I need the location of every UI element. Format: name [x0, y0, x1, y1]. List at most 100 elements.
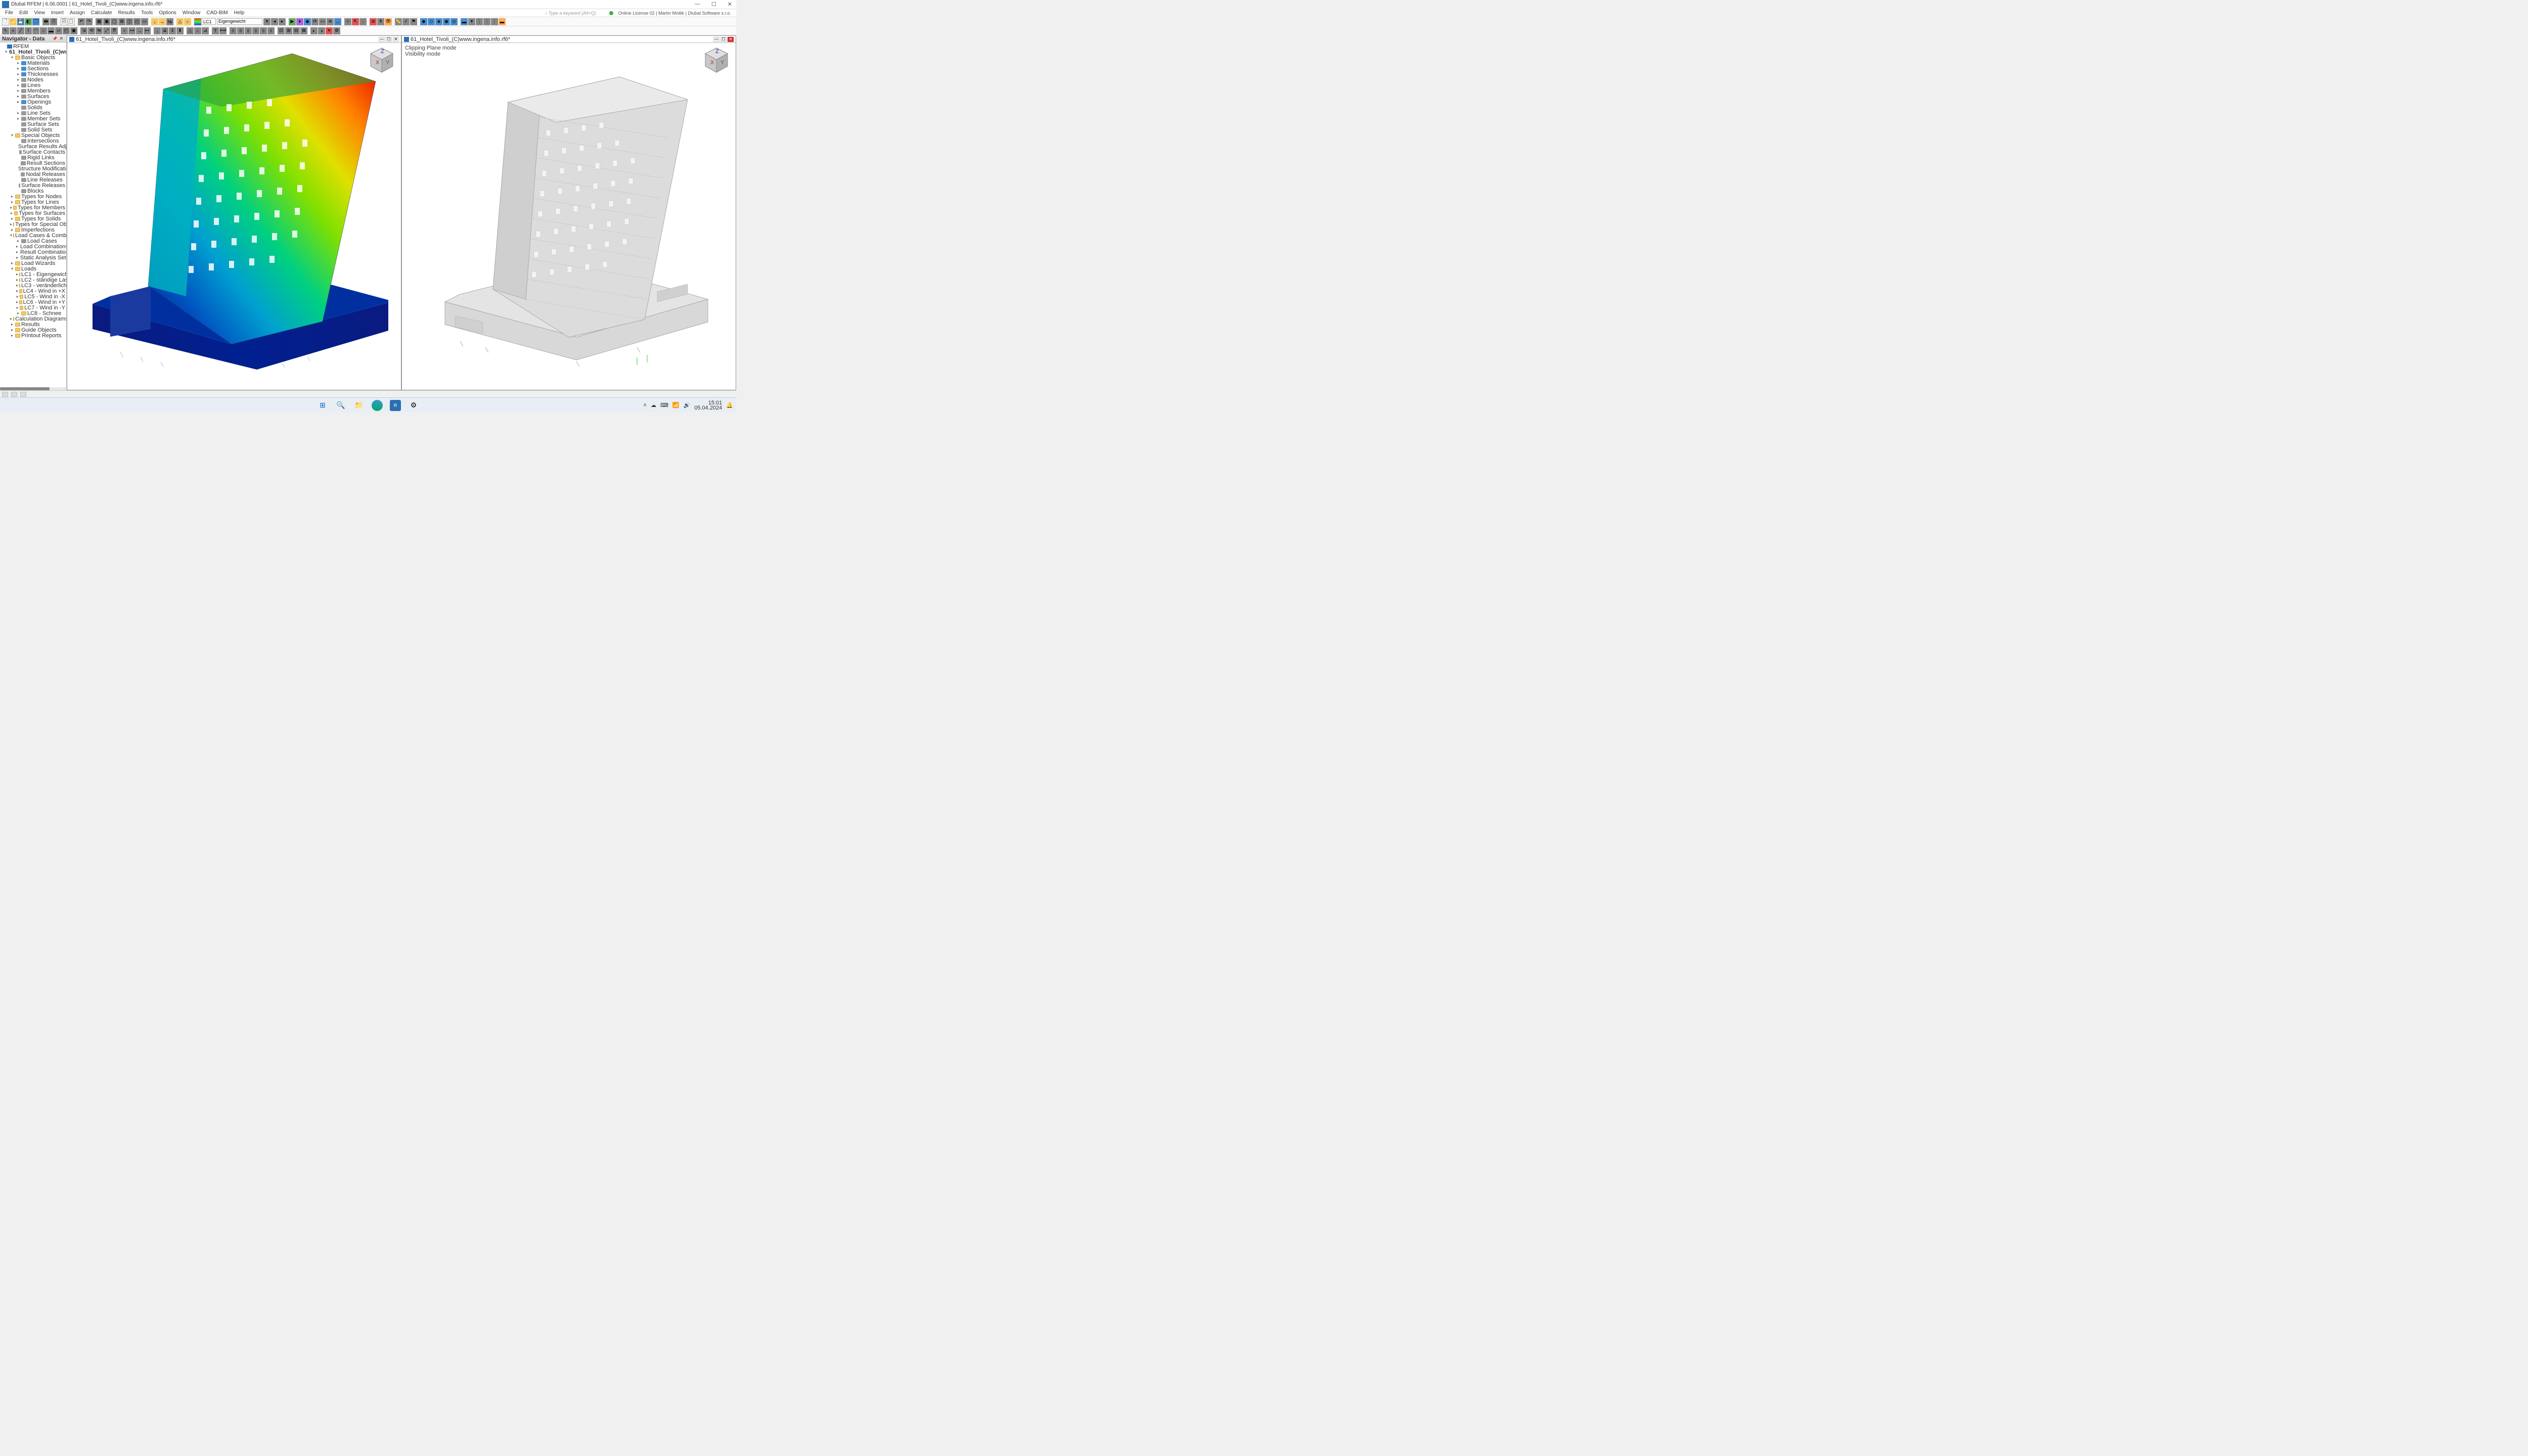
- menu-tools[interactable]: Tools: [138, 10, 156, 16]
- extrude-icon[interactable]: ⇈: [111, 27, 118, 34]
- tree-surfacesets[interactable]: Surface Sets: [1, 121, 65, 127]
- addon-5-icon[interactable]: ◎: [450, 18, 458, 25]
- tree-loadcases[interactable]: ▸Load Cases: [1, 238, 65, 244]
- menu-file[interactable]: File: [2, 10, 16, 16]
- next-lc-icon[interactable]: ▸: [279, 18, 286, 25]
- tree-root[interactable]: RFEM: [1, 43, 65, 49]
- tree-typesspecial[interactable]: ▸Types for Special Objects: [1, 221, 65, 227]
- surface-icon[interactable]: ▱: [55, 27, 62, 34]
- misc3-icon[interactable]: ◊: [245, 27, 252, 34]
- area-load-icon[interactable]: ⬇: [176, 27, 184, 34]
- navigator-tree[interactable]: RFEM ▾61_Hotel_Tivoli_(C)www.ingena.info…: [0, 42, 66, 387]
- tree-thicknesses[interactable]: ▸Thicknesses: [1, 71, 65, 77]
- tree-blocks[interactable]: Blocks: [1, 188, 65, 194]
- viewport-left-close-icon[interactable]: ✕: [393, 37, 399, 42]
- viewport-left-canvas[interactable]: Y X Z: [67, 43, 401, 390]
- project-manager-icon[interactable]: 🗔: [32, 18, 39, 25]
- move-copy-icon[interactable]: ⇲: [80, 27, 87, 34]
- print-icon[interactable]: 🖶: [42, 18, 50, 25]
- addon-3-icon[interactable]: ◈: [435, 18, 442, 25]
- rotate-icon[interactable]: ⟲: [88, 27, 95, 34]
- status-eye-icon[interactable]: [11, 392, 17, 397]
- work-plane-icon[interactable]: ◫: [126, 18, 133, 25]
- node-icon[interactable]: •: [10, 27, 17, 34]
- status-snap-icon[interactable]: [2, 392, 8, 397]
- deformed-icon[interactable]: ⇱: [352, 18, 359, 25]
- tree-results[interactable]: ▸Results: [1, 322, 65, 327]
- tree-surfacereleases[interactable]: Surface Releases: [1, 183, 65, 188]
- addon-4-icon[interactable]: ◉: [443, 18, 450, 25]
- support-icon[interactable]: △: [187, 27, 194, 34]
- menu-assign[interactable]: Assign: [67, 10, 88, 16]
- misc8-icon[interactable]: ⊞: [285, 27, 292, 34]
- tray-clock[interactable]: 15:01 05.04.2024: [694, 400, 722, 411]
- tray-sound-icon[interactable]: 🔊: [684, 402, 691, 408]
- nodal-load-icon[interactable]: ↓: [154, 27, 161, 34]
- smooth-icon[interactable]: ◡: [334, 18, 341, 25]
- tree-resultsections[interactable]: Result Sections: [1, 160, 65, 166]
- tree-lc3[interactable]: ▸LC3 - veränderliche Lasten: [1, 283, 65, 288]
- transparent-icon[interactable]: ▢: [111, 18, 118, 25]
- keyword-search[interactable]: Type a keyword (Alt+Q): [549, 11, 609, 16]
- tree-lc5[interactable]: ▸LC5 - Wind in -X: [1, 294, 65, 299]
- edge-icon[interactable]: [372, 400, 383, 411]
- maximize-button[interactable]: ☐: [709, 1, 718, 8]
- misc6-icon[interactable]: ◊: [267, 27, 275, 34]
- misc11-icon[interactable]: ◐: [310, 27, 318, 34]
- diagram-icon[interactable]: 〰: [319, 18, 326, 25]
- viewport-right-canvas[interactable]: Clipping Plane mode Visibility mode: [402, 43, 736, 390]
- delete-x-icon[interactable]: ✕: [326, 27, 333, 34]
- tree-lcc[interactable]: ▾Load Cases & Combinations: [1, 233, 65, 238]
- addon-7-icon[interactable]: ▾: [468, 18, 475, 25]
- text-icon[interactable]: T: [212, 27, 219, 34]
- opening-icon[interactable]: ◰: [63, 27, 70, 34]
- tree-typessolids[interactable]: ▸Types for Solids: [1, 216, 65, 221]
- addon-10-icon[interactable]: ⋮: [491, 18, 498, 25]
- tree-surfaces[interactable]: ▸Surfaces: [1, 94, 65, 99]
- tree-resultcombos[interactable]: ▸Result Combinations: [1, 249, 65, 255]
- select-icon[interactable]: ↖: [2, 27, 9, 34]
- view-cube-right[interactable]: Y X Z: [702, 46, 731, 74]
- viewport-left-min-icon[interactable]: —: [379, 37, 385, 42]
- tree-special-objects[interactable]: ▾Special Objects: [1, 132, 65, 138]
- tree-surfaceresults[interactable]: Surface Results Adjustments: [1, 144, 65, 149]
- minimize-button[interactable]: —: [693, 1, 702, 8]
- tree-loadcombos[interactable]: ▸Load Combinations: [1, 244, 65, 249]
- printout-report-icon[interactable]: 🗎: [50, 18, 57, 25]
- tree-structmodifications[interactable]: Structure Modifications: [1, 166, 65, 171]
- solid-icon[interactable]: ▣: [103, 18, 110, 25]
- addon-9-icon[interactable]: ⋮: [483, 18, 490, 25]
- ecc-icon[interactable]: ⊿: [202, 27, 209, 34]
- close-button[interactable]: ✕: [726, 1, 734, 8]
- menu-cadbim[interactable]: CAD-BIM: [203, 10, 231, 16]
- prev-lc-icon[interactable]: ◂: [271, 18, 278, 25]
- tree-typesmembers[interactable]: ▸Types for Members: [1, 205, 65, 210]
- misc12-icon[interactable]: ◑: [318, 27, 325, 34]
- tree-intersections[interactable]: Intersections: [1, 138, 65, 144]
- divide-icon[interactable]: ÷: [121, 27, 128, 34]
- tree-members[interactable]: ▸Members: [1, 88, 65, 94]
- misc10-icon[interactable]: ⊠: [300, 27, 307, 34]
- undo-icon[interactable]: ↶: [78, 18, 85, 25]
- save-icon[interactable]: 💾: [17, 18, 24, 25]
- tree-typesnodes[interactable]: ▸Types for Nodes: [1, 194, 65, 199]
- wireframe-icon[interactable]: ▦: [96, 18, 103, 25]
- dim-icon[interactable]: ⟷: [219, 27, 227, 34]
- lc-code-input[interactable]: [202, 18, 216, 25]
- results-icon[interactable]: ◆: [304, 18, 311, 25]
- colors-icon[interactable]: [194, 18, 201, 25]
- local-axes-icon[interactable]: ⊹: [344, 18, 351, 25]
- plausibility-icon[interactable]: ✓: [402, 18, 410, 25]
- loadcase-selector[interactable]: Eigengewicht ▾: [202, 18, 270, 25]
- line-icon[interactable]: ╱: [17, 27, 24, 34]
- supports-icon[interactable]: △: [176, 18, 184, 25]
- start-icon[interactable]: ⊞: [317, 400, 328, 411]
- tree-basic-objects[interactable]: ▾Basic Objects: [1, 55, 65, 60]
- tree-solids[interactable]: Solids: [1, 105, 65, 110]
- view-icon[interactable]: ▭: [141, 18, 148, 25]
- menu-window[interactable]: Window: [179, 10, 204, 16]
- values-icon[interactable]: ⋮: [359, 18, 367, 25]
- join-icon[interactable]: ⊷: [144, 27, 151, 34]
- clipping-icon[interactable]: ◰: [133, 18, 141, 25]
- open-icon[interactable]: 📂: [10, 18, 17, 25]
